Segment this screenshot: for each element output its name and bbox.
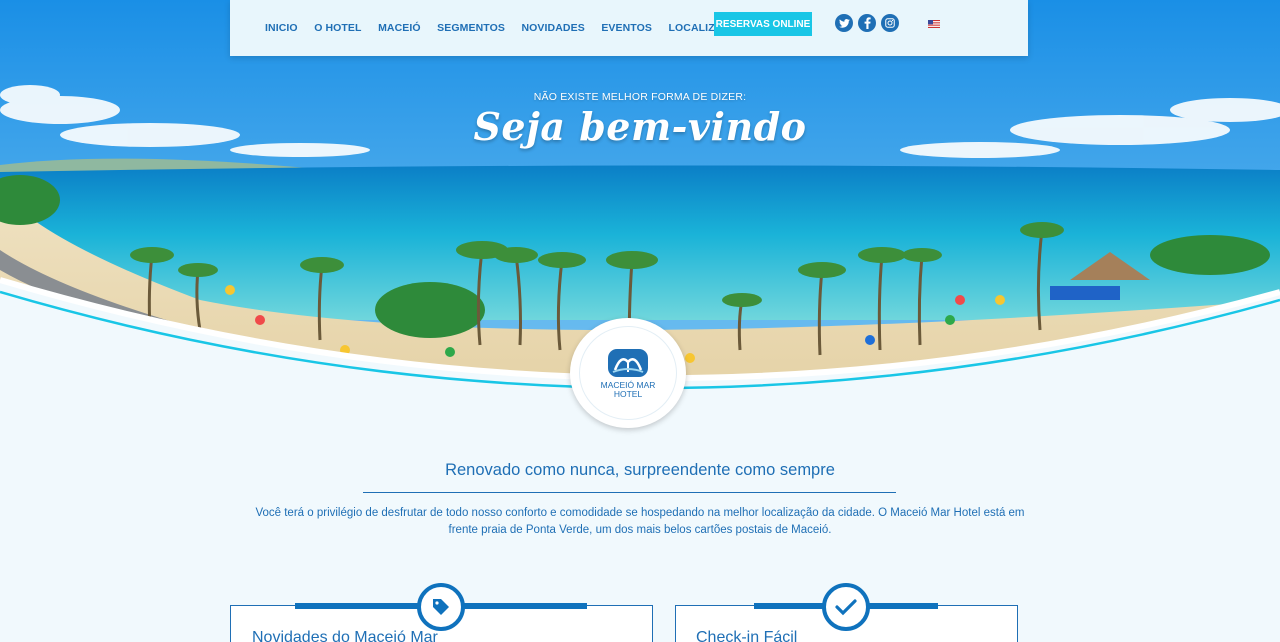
hero-title: Seja bem-vindo <box>473 104 807 149</box>
nav-item-novidades[interactable]: NOVIDADES <box>521 22 584 34</box>
hero-subtitle: NÃO EXISTE MELHOR FORMA DE DIZER: <box>533 91 747 103</box>
us-flag-icon[interactable] <box>928 20 940 28</box>
nav-item-segmentos[interactable]: SEGMENTOS <box>437 22 505 34</box>
facebook-icon[interactable] <box>858 14 876 32</box>
nav-links: INICIO O HOTEL MACEIÓ SEGMENTOS NOVIDADE… <box>265 22 763 34</box>
headline-divider <box>363 492 896 493</box>
logo-emblem-icon <box>608 348 648 377</box>
nav-item-maceio[interactable]: MACEIÓ <box>378 22 421 34</box>
intro-paragraph: Você terá o privilégio de desfrutar de t… <box>255 507 1025 536</box>
nav-item-o-hotel[interactable]: O HOTEL <box>314 22 361 34</box>
logo-line-2: HOTEL <box>613 388 643 399</box>
check-icon <box>822 583 870 631</box>
section-headline: Renovado como nunca, surpreendente como … <box>445 461 835 479</box>
nav-item-inicio[interactable]: INICIO <box>265 22 298 34</box>
logo-wordmark: MACEIÓ MAR HOTEL <box>601 380 656 399</box>
reservas-online-button[interactable]: RESERVAS ONLINE <box>714 12 812 36</box>
logo-inner-ring: MACEIÓ MAR HOTEL <box>579 326 677 420</box>
nav-item-eventos[interactable]: EVENTOS <box>601 22 652 34</box>
top-navbar: INICIO O HOTEL MACEIÓ SEGMENTOS NOVIDADE… <box>230 0 1028 56</box>
twitter-icon[interactable] <box>835 14 853 32</box>
card-checkin-title: Check-in Fácil <box>696 629 798 642</box>
card-novidades-title: Novidades do Maceió Mar <box>252 629 438 642</box>
hotel-logo[interactable]: MACEIÓ MAR HOTEL <box>570 318 686 428</box>
instagram-icon[interactable] <box>881 14 899 32</box>
tag-icon <box>417 583 465 631</box>
